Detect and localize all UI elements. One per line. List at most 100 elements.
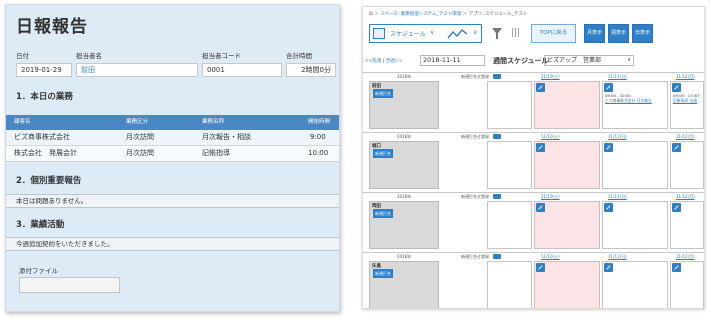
day-cell[interactable]: 09:00 - 10:00 ビズ商事株式会社 月次報告 <box>602 81 668 129</box>
page-title: 日報報告 <box>16 17 88 37</box>
bar-chart-icon[interactable]: ||| <box>511 28 520 38</box>
chevron-down-icon: ∨ <box>473 29 478 36</box>
day-header[interactable]: 11/11(日) <box>608 74 627 80</box>
cell-customer: 株式会社 発展会計 <box>14 149 77 157</box>
register-chip[interactable] <box>493 134 501 139</box>
cell-category: 月次訪問 <box>126 149 154 157</box>
day-header[interactable]: 11/12(月) <box>676 254 695 260</box>
event-title[interactable]: 記帳指導 出張 <box>673 98 697 104</box>
day-header[interactable]: 11/12(月) <box>676 134 695 140</box>
chevron-down-icon: ∨ <box>627 57 631 63</box>
user-cell: 堀口 新規打合 <box>369 141 439 189</box>
date-input[interactable]: 2018-11-11 <box>420 55 485 66</box>
day-header[interactable]: 11/10(土) <box>541 74 560 80</box>
month-view-button[interactable]: 月表示 <box>584 24 605 43</box>
filter-icon[interactable] <box>491 27 503 40</box>
day-header[interactable]: 11/10(土) <box>541 254 560 260</box>
prev-week-link[interactable]: <<先週 <box>365 59 382 64</box>
person-field[interactable]: 前田 <box>76 63 198 77</box>
important-report-text[interactable]: 本日は問題ありません。 <box>6 194 339 208</box>
day-cell[interactable] <box>487 81 532 129</box>
day-cell[interactable] <box>487 141 532 189</box>
day-header[interactable]: 11/10(土) <box>541 134 560 140</box>
day-header[interactable]: 11/12(月) <box>676 194 695 200</box>
edit-icon[interactable] <box>604 83 613 92</box>
event-title[interactable]: ビズ商事株式会社 月次報告 <box>605 98 652 104</box>
day-cell[interactable] <box>602 201 668 249</box>
next-week-link[interactable]: 翌週>> <box>386 59 403 64</box>
week-row: 2018年 新規打合せ登録 11/10(土) 11/11(日) 11/12(月) 岡田 新規… <box>363 192 704 249</box>
day-cell[interactable] <box>534 201 600 249</box>
edit-icon[interactable] <box>672 263 681 272</box>
home-icon[interactable]: ⌂ <box>369 10 373 17</box>
day-cell[interactable] <box>487 201 532 249</box>
edit-icon[interactable] <box>672 143 681 152</box>
cell-start: 9:00 <box>310 133 326 141</box>
week-view-button[interactable]: 週表示 <box>608 24 629 43</box>
date-field[interactable]: 2019-01-29 <box>16 63 72 77</box>
new-meeting-button[interactable]: 新規打合 <box>373 269 393 278</box>
day-header[interactable]: 11/11(日) <box>608 194 627 200</box>
year-label: 2018年 <box>397 74 412 79</box>
year-label: 2018年 <box>397 254 412 259</box>
day-cell[interactable] <box>670 201 704 249</box>
day-header[interactable]: 11/11(日) <box>608 254 627 260</box>
register-chip[interactable] <box>493 194 501 199</box>
new-meeting-button[interactable]: 新規打合 <box>373 89 393 98</box>
section-performance: 3．業績活動 <box>16 220 65 230</box>
edit-icon[interactable] <box>604 143 613 152</box>
header-start: 開始時間 <box>308 119 331 125</box>
day-cell[interactable] <box>534 81 600 129</box>
new-meeting-button[interactable]: 新規打合 <box>373 149 393 158</box>
edit-icon[interactable] <box>672 203 681 212</box>
back-to-top-button[interactable]: TOPに戻る <box>531 24 576 43</box>
edit-icon[interactable] <box>604 203 613 212</box>
performance-text[interactable]: 今週追加契約をいただきました。 <box>6 237 339 251</box>
new-meeting-button[interactable]: 新規打合 <box>373 209 393 218</box>
day-header[interactable]: 11/12(月) <box>676 74 695 80</box>
day-header[interactable]: 11/10(土) <box>541 194 560 200</box>
register-chip[interactable] <box>493 74 501 79</box>
day-cell[interactable]: 09:00 - 17:00 記帳指導 出張 <box>670 81 704 129</box>
day-cell[interactable] <box>602 141 668 189</box>
cell-category: 月次訪問 <box>126 133 154 141</box>
chevron-down-icon: ∨ <box>430 29 435 36</box>
day-cell[interactable] <box>487 261 532 308</box>
breadcrumb-space[interactable]: スペース: 業務管理システム_テスト環境 <box>380 12 461 17</box>
edit-icon[interactable] <box>672 83 681 92</box>
day-cell[interactable] <box>602 261 668 308</box>
day-view-button[interactable]: 日表示 <box>632 24 653 43</box>
edit-icon[interactable] <box>536 203 545 212</box>
new-meeting-label: 新規打合せ登録 <box>461 254 489 259</box>
hours-field[interactable]: 2時間0分 <box>286 63 336 77</box>
view-selector[interactable]: スケジュール ∨ ∨ <box>369 24 482 43</box>
schedule-panel: ⌂ ＞ スペース: 業務管理システム_テスト環境 ＞ アプリ: スケジュール_テ… <box>362 6 705 309</box>
week-row: 2018年 新規打合せ登録 11/10(土) 11/11(日) 11/12(月) 堀口 新規… <box>363 132 704 189</box>
edit-icon[interactable] <box>536 83 545 92</box>
section-important-report: 2．個別重要報告 <box>16 176 82 186</box>
cell-task: 記帳指導 <box>202 149 230 157</box>
table-row[interactable]: 株式会社 発展会計 月次訪問 記帳指導 10:00 <box>6 146 339 162</box>
new-meeting-label: 新規打合せ登録 <box>461 74 489 79</box>
section-today-work: 1．本日の業務 <box>16 92 73 102</box>
day-cell[interactable] <box>534 141 600 189</box>
week-nav-links: <<先週 | 翌週>> <box>365 58 402 64</box>
cell-start: 10:00 <box>308 149 329 157</box>
edit-icon[interactable] <box>604 263 613 272</box>
hours-label: 合計時間 <box>286 52 312 60</box>
year-label: 2018年 <box>397 134 412 139</box>
table-row[interactable]: ビズ商事株式会社 月次訪問 月次報告・相談 9:00 <box>6 130 339 146</box>
date-label: 日付 <box>16 52 29 60</box>
person-label: 担当者名 <box>76 52 102 60</box>
week-header: 2018年 新規打合せ登録 11/10(土) 11/11(日) 11/12(月) <box>363 133 704 141</box>
day-cell[interactable] <box>670 141 704 189</box>
day-cell[interactable] <box>534 261 600 308</box>
day-cell[interactable] <box>670 261 704 308</box>
attachment-field[interactable] <box>19 277 120 293</box>
edit-icon[interactable] <box>536 263 545 272</box>
day-header[interactable]: 11/11(日) <box>608 134 627 140</box>
edit-icon[interactable] <box>536 143 545 152</box>
group-select[interactable]: ビズアップ 営業部 ∨ <box>544 55 634 66</box>
register-chip[interactable] <box>493 254 501 259</box>
code-field[interactable]: 0001 <box>202 63 282 77</box>
